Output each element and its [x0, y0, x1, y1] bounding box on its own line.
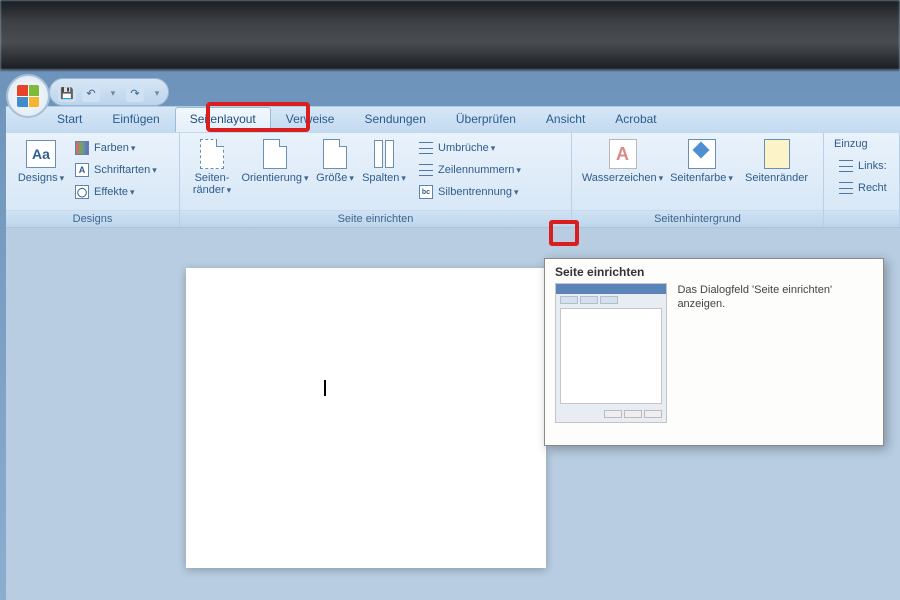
- tooltip-title: Seite einrichten: [545, 259, 883, 283]
- columns-label: Spalten: [362, 172, 406, 184]
- hyphenation-button[interactable]: bc Silbentrennung: [414, 182, 525, 202]
- tab-view[interactable]: Ansicht: [531, 107, 600, 132]
- text-cursor: [324, 380, 326, 396]
- tooltip-preview-image: [555, 283, 667, 423]
- group-designs: Aa Designs Farben A Schriftarten ◯ Effek…: [6, 133, 180, 227]
- indent-left-row[interactable]: Links:: [834, 156, 891, 176]
- group-designs-label: Designs: [6, 210, 179, 227]
- theme-colors-button[interactable]: Farben: [70, 138, 161, 158]
- tab-references[interactable]: Verweise: [271, 107, 350, 132]
- linenumbers-label: Zeilennummern: [438, 164, 514, 176]
- qat-save-button[interactable]: 💾: [58, 84, 76, 102]
- margins-icon: [196, 138, 228, 170]
- indent-right-label: Recht: [858, 182, 887, 194]
- pageborders-icon: [761, 138, 793, 170]
- indent-left-label: Links:: [858, 160, 887, 172]
- theme-effects-button[interactable]: ◯ Effekte: [70, 182, 161, 202]
- tab-review[interactable]: Überprüfen: [441, 107, 531, 132]
- margins-label: Seiten- ränder: [193, 172, 231, 196]
- pagecolor-icon: [686, 138, 718, 170]
- pageborders-label: Seitenränder: [745, 172, 808, 184]
- size-icon: [319, 138, 351, 170]
- hyphenation-icon: bc: [418, 184, 434, 200]
- watermark-button[interactable]: A Wasserzeichen: [580, 136, 666, 184]
- indent-right-row[interactable]: Recht: [834, 178, 891, 198]
- ribbon: Aa Designs Farben A Schriftarten ◯ Effek…: [6, 132, 900, 228]
- watermark-icon: A: [607, 138, 639, 170]
- tab-start[interactable]: Start: [42, 107, 97, 132]
- office-button[interactable]: [6, 74, 50, 118]
- office-logo-icon: [17, 85, 39, 107]
- tab-pagelayout[interactable]: Seitenlayout: [175, 107, 271, 132]
- watermark-label: Wasserzeichen: [582, 172, 663, 184]
- qat-undo-button[interactable]: ↶: [82, 84, 100, 102]
- document-page[interactable]: [186, 268, 546, 568]
- tab-mailings[interactable]: Sendungen: [349, 107, 440, 132]
- fonts-icon: A: [74, 162, 90, 178]
- hyphenation-label: Silbentrennung: [438, 186, 512, 198]
- indent-left-icon: [838, 158, 854, 174]
- size-label: Größe: [316, 172, 354, 184]
- theme-fonts-button[interactable]: A Schriftarten: [70, 160, 161, 180]
- group-pagesetup-label: Seite einrichten: [180, 210, 571, 227]
- pagesetup-tooltip: Seite einrichten Das Dialogfeld 'Seite e…: [544, 258, 884, 446]
- columns-button[interactable]: Spalten: [358, 136, 410, 184]
- group-indent-label: [824, 210, 899, 227]
- breaks-label: Umbrüche: [438, 142, 489, 154]
- group-indent: Einzug Links: Recht: [824, 133, 900, 227]
- group-pagesetup: Seiten- ränder Orientierung Größe Spalte…: [180, 133, 572, 227]
- effects-icon: ◯: [74, 184, 90, 200]
- qat-redo-button[interactable]: ↷: [126, 84, 144, 102]
- indent-right-icon: [838, 180, 854, 196]
- pagecolor-button[interactable]: Seitenfarbe: [666, 136, 738, 184]
- themes-icon: Aa: [25, 138, 57, 170]
- theme-colors-label: Farben: [94, 142, 129, 154]
- size-button[interactable]: Größe: [312, 136, 358, 184]
- breaks-button[interactable]: Umbrüche: [414, 138, 525, 158]
- columns-icon: [368, 138, 400, 170]
- tooltip-description: Das Dialogfeld 'Seite einrichten' anzeig…: [667, 283, 873, 423]
- themes-button[interactable]: Aa Designs: [12, 136, 70, 184]
- breaks-icon: [418, 140, 434, 156]
- ribbon-tabs: Start Einfügen Seitenlayout Verweise Sen…: [6, 106, 900, 132]
- pagecolor-label: Seitenfarbe: [670, 172, 733, 184]
- group-background-label: Seitenhintergrund: [572, 210, 823, 227]
- theme-fonts-label: Schriftarten: [94, 164, 150, 176]
- qat-undo-dropdown[interactable]: ▾: [106, 84, 120, 102]
- linenumbers-button[interactable]: Zeilennummern: [414, 160, 525, 180]
- theme-effects-label: Effekte: [94, 186, 128, 198]
- indent-group-title: Einzug: [834, 138, 891, 154]
- linenumbers-icon: [418, 162, 434, 178]
- orientation-button[interactable]: Orientierung: [238, 136, 312, 184]
- group-background: A Wasserzeichen Seitenfarbe Seitenränder…: [572, 133, 824, 227]
- orientation-label: Orientierung: [241, 172, 308, 184]
- qat-customize-dropdown[interactable]: ▾: [150, 84, 164, 102]
- tab-insert[interactable]: Einfügen: [97, 107, 174, 132]
- margins-button[interactable]: Seiten- ränder: [186, 136, 238, 196]
- orientation-icon: [259, 138, 291, 170]
- pageborders-button[interactable]: Seitenränder: [738, 136, 816, 184]
- tab-acrobat[interactable]: Acrobat: [600, 107, 671, 132]
- colors-icon: [74, 140, 90, 156]
- themes-label: Designs: [18, 172, 64, 184]
